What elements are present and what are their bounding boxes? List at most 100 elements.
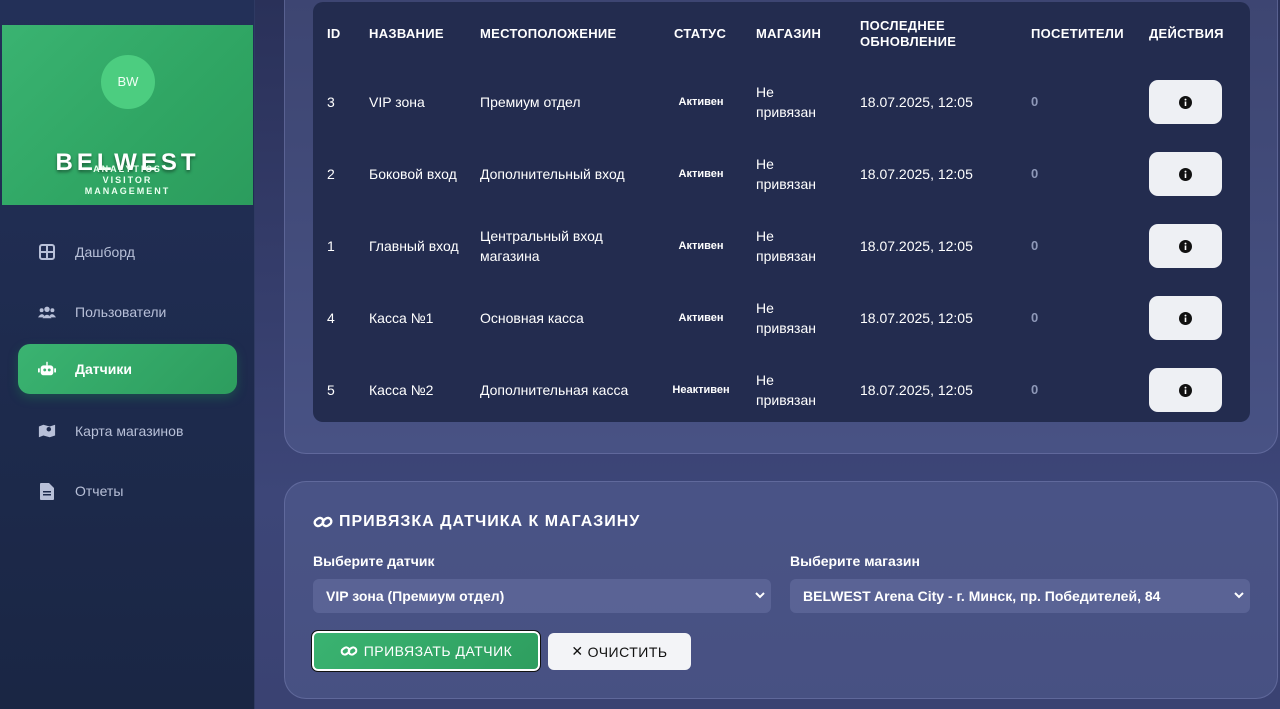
sidebar-item-label: Дашборд	[75, 244, 135, 260]
cell-id: 5	[327, 382, 335, 398]
bind-title-text: ПРИВЯЗКА ДАТЧИКА К МАГАЗИНУ	[339, 513, 641, 530]
sidebar-item-users[interactable]: Пользователи	[18, 287, 237, 337]
status-badge: Активен	[678, 312, 724, 324]
cell-location: Центральный вход магазина	[480, 228, 603, 264]
cell-id: 2	[327, 166, 335, 182]
cell-location: Дополнительный вход	[480, 166, 625, 182]
column-header-visitors: ПОСЕТИТЕЛИ	[1031, 26, 1124, 41]
cell-name: VIP зона	[369, 94, 425, 110]
info-icon	[1179, 311, 1192, 325]
cell-updated: 18.07.2025, 12:05	[860, 166, 973, 182]
bind-section-title: ПРИВЯЗКА ДАТЧИКА К МАГАЗИНУ	[313, 513, 640, 531]
brand-subtitle-line: MANAGEMENT	[84, 186, 171, 196]
column-header-actions: ДЕЙСТВИЯ	[1149, 26, 1224, 41]
sidebar-item-dashboard[interactable]: Дашборд	[18, 227, 237, 277]
status-badge: Активен	[678, 168, 724, 180]
table-row: 5 Касса №2 Дополнительная касса Неактиве…	[313, 354, 1250, 422]
sidebar-item-label: Карта магазинов	[75, 423, 184, 439]
file-icon	[38, 482, 56, 500]
cell-actions	[1135, 138, 1250, 210]
link-icon	[313, 514, 333, 530]
cell-location: Дополнительная касса	[480, 382, 629, 398]
info-icon	[1179, 167, 1192, 181]
status-badge: Неактивен	[672, 384, 730, 396]
robot-icon	[38, 360, 56, 378]
link-icon	[340, 644, 358, 658]
cell-name: Касса №1	[369, 310, 434, 326]
cell-updated: 18.07.2025, 12:05	[860, 94, 973, 110]
column-header-location: МЕСТОПОЛОЖЕНИЕ	[480, 26, 617, 41]
sensors-table: ID НАЗВАНИЕ МЕСТОПОЛОЖЕНИЕ СТАТУС МАГАЗИ…	[313, 2, 1250, 422]
sidebar: BW BELWEST ANALYTICS VISITOR MANAGEMENT …	[0, 0, 255, 709]
brand-block: BW BELWEST ANALYTICS VISITOR MANAGEMENT	[2, 25, 253, 205]
sensor-select[interactable]: VIP зона (Премиум отдел)	[313, 579, 771, 613]
store-select-label: Выберите магазин	[790, 553, 920, 569]
cell-location: Основная касса	[480, 310, 584, 326]
clear-button-label: ОЧИСТИТЬ	[587, 643, 668, 660]
column-header-status: СТАТУС	[674, 26, 727, 41]
info-icon	[1179, 95, 1192, 109]
table-row: 2 Боковой вход Дополнительный вход Актив…	[313, 138, 1250, 210]
map-icon	[38, 422, 56, 440]
column-header-id: ID	[327, 26, 341, 41]
cell-visitors: 0	[1031, 166, 1039, 181]
cell-visitors: 0	[1031, 382, 1039, 397]
cell-updated: 18.07.2025, 12:05	[860, 382, 973, 398]
status-badge: Активен	[678, 240, 724, 252]
clear-button[interactable]: ✕ ОЧИСТИТЬ	[548, 633, 691, 670]
cell-id: 4	[327, 310, 335, 326]
column-header-name: НАЗВАНИЕ	[369, 26, 444, 41]
status-badge: Активен	[678, 96, 724, 108]
cell-location: Премиум отдел	[480, 94, 581, 110]
cell-actions	[1135, 66, 1250, 138]
column-header-updated: ПОСЛЕДНЕЕ ОБНОВЛЕНИЕ	[860, 18, 957, 49]
table-row: 4 Касса №1 Основная касса Активен Не при…	[313, 282, 1250, 354]
cell-store: Не привязан	[756, 300, 816, 336]
table-header-row: ID НАЗВАНИЕ МЕСТОПОЛОЖЕНИЕ СТАТУС МАГАЗИ…	[313, 2, 1250, 66]
store-select[interactable]: BELWEST Arena City - г. Минск, пр. Побед…	[790, 579, 1250, 613]
dashboard-icon	[38, 243, 56, 261]
sidebar-item-reports[interactable]: Отчеты	[18, 466, 237, 516]
bind-button-label: ПРИВЯЗАТЬ ДАТЧИК	[363, 643, 513, 659]
cell-name: Главный вход	[369, 238, 459, 254]
cell-id: 1	[327, 238, 335, 254]
sidebar-item-sensors[interactable]: Датчики	[18, 344, 237, 394]
cell-store: Не привязан	[756, 228, 816, 264]
table-row: 1 Главный вход Центральный вход магазина…	[313, 210, 1250, 282]
info-button[interactable]	[1149, 296, 1222, 340]
info-button[interactable]	[1149, 152, 1222, 196]
info-button[interactable]	[1149, 80, 1222, 124]
store-select-value: BELWEST Arena City - г. Минск, пр. Побед…	[803, 588, 1161, 604]
sidebar-item-store-map[interactable]: Карта магазинов	[18, 406, 237, 456]
cell-updated: 18.07.2025, 12:05	[860, 310, 973, 326]
cell-actions	[1135, 282, 1250, 354]
info-icon	[1179, 383, 1192, 397]
cell-visitors: 0	[1031, 94, 1039, 109]
cell-store: Не привязан	[756, 156, 816, 192]
table-row: 3 VIP зона Премиум отдел Активен Не прив…	[313, 66, 1250, 138]
info-button[interactable]	[1149, 368, 1222, 412]
sidebar-item-label: Датчики	[75, 361, 132, 377]
cell-name: Боковой вход	[369, 166, 457, 182]
sidebar-item-label: Отчеты	[75, 483, 124, 499]
sensors-table-container: ID НАЗВАНИЕ МЕСТОПОЛОЖЕНИЕ СТАТУС МАГАЗИ…	[313, 2, 1250, 422]
cell-visitors: 0	[1031, 310, 1039, 325]
sensor-select-value: VIP зона (Премиум отдел)	[326, 588, 505, 604]
cell-store: Не привязан	[756, 84, 816, 120]
close-icon: ✕	[571, 643, 584, 659]
bind-sensor-button[interactable]: ПРИВЯЗАТЬ ДАТЧИК	[311, 630, 541, 672]
brand-logo: BW	[101, 55, 155, 109]
cell-visitors: 0	[1031, 238, 1039, 253]
cell-actions	[1135, 354, 1250, 422]
info-button[interactable]	[1149, 224, 1222, 268]
cell-updated: 18.07.2025, 12:05	[860, 238, 973, 254]
info-icon	[1179, 239, 1192, 253]
users-icon	[38, 303, 56, 321]
cell-name: Касса №2	[369, 382, 434, 398]
cell-id: 3	[327, 94, 335, 110]
sensor-select-label: Выберите датчик	[313, 553, 435, 569]
chevron-down-icon	[753, 588, 767, 605]
column-header-store: МАГАЗИН	[756, 26, 822, 41]
cell-store: Не привязан	[756, 372, 816, 408]
brand-subtitle-line: VISITOR	[102, 175, 153, 185]
